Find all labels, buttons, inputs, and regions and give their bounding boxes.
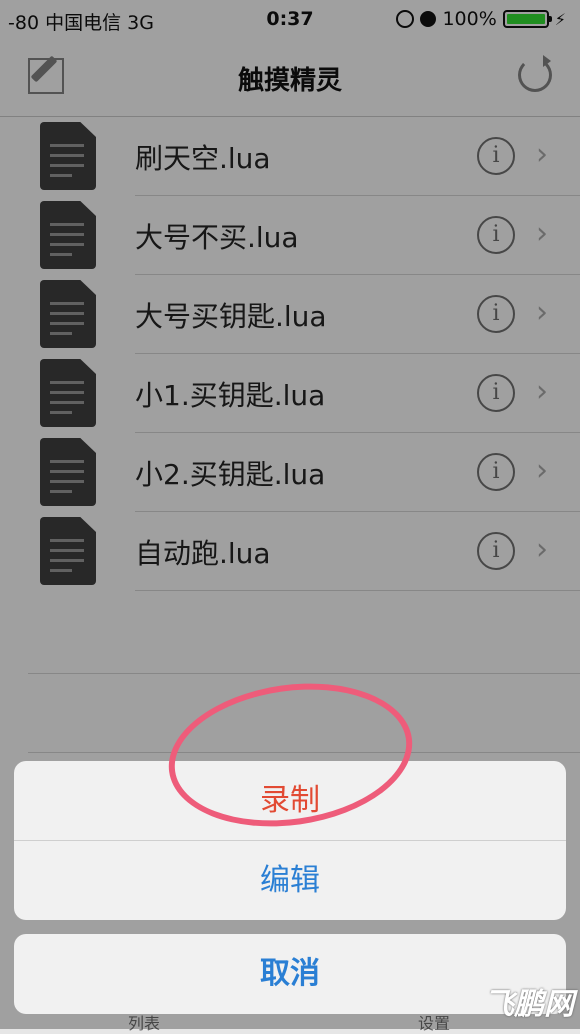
watermark-logo: 飞鹏网 xyxy=(484,987,574,1022)
edit-button[interactable]: 编辑 xyxy=(14,840,566,920)
